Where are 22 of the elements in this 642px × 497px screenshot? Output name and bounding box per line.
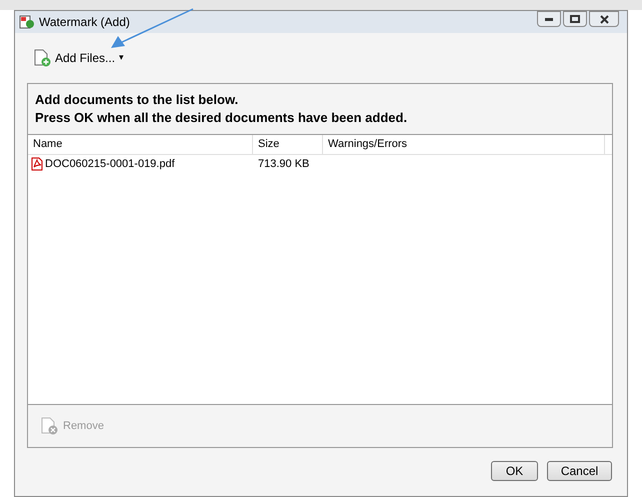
file-size: 713.90 KB xyxy=(257,156,310,172)
dialog-button[interactable]: Cancel xyxy=(547,461,612,481)
app-icon xyxy=(19,14,35,30)
minimize-icon xyxy=(545,18,553,20)
dialog-button[interactable]: OK xyxy=(491,461,538,481)
instruction-text: Press OK when all the desired documents have been added. xyxy=(35,109,408,127)
pdf-icon xyxy=(31,157,43,171)
add-file-icon xyxy=(33,49,51,67)
maximize-icon xyxy=(570,15,580,23)
file-name: DOC060215-0001-019.pdf xyxy=(45,156,175,172)
close-icon xyxy=(600,14,608,24)
file-row[interactable]: DOC060215-0001-019.pdf 713.90 KB xyxy=(28,155,612,173)
window-title: Watermark (Add) xyxy=(39,14,130,31)
close-button[interactable] xyxy=(589,11,619,27)
maximize-button[interactable] xyxy=(563,11,587,27)
instruction-text: Add documents to the list below. xyxy=(35,91,240,109)
minimize-button[interactable] xyxy=(537,11,561,27)
remove-file-icon xyxy=(40,417,58,435)
add-files-button[interactable]: Add Files... ▾ xyxy=(33,49,124,67)
column-header[interactable]: Size xyxy=(253,135,323,154)
column-header[interactable]: Warnings/Errors xyxy=(323,135,605,154)
column-header[interactable]: Name xyxy=(28,135,253,154)
